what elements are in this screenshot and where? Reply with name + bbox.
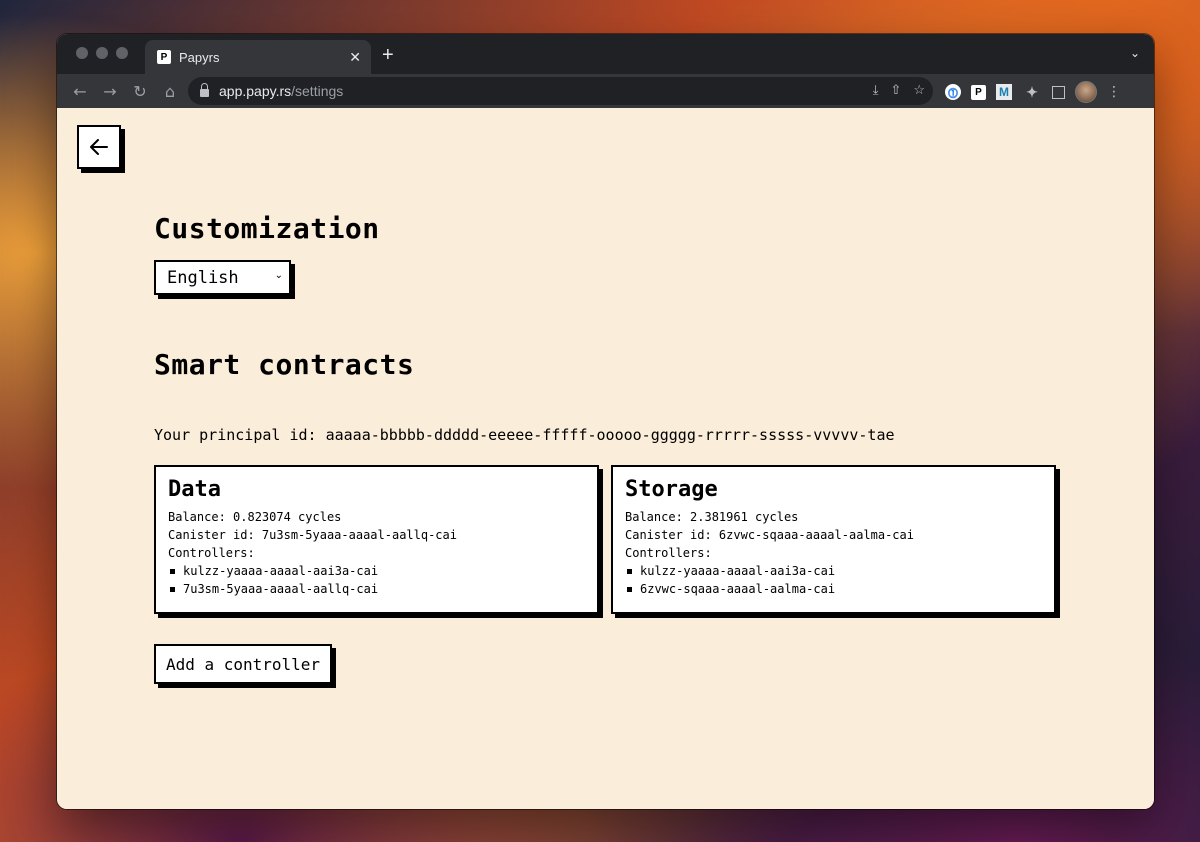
- controller-id: 6zvwc-sqaaa-aaaal-aalma-cai: [640, 582, 836, 596]
- papyrs-extension-icon[interactable]: P: [971, 84, 986, 100]
- address-bar[interactable]: app.papy.rs/settings ⤓ ⇧ ☆: [188, 77, 933, 105]
- storage-canister-card: Storage Balance: 2.381961 cycles Caniste…: [611, 465, 1056, 614]
- chevron-down-icon: ⌄: [274, 270, 283, 281]
- share-icon[interactable]: ⇧: [890, 82, 901, 98]
- url-host: app.papy.rs: [219, 83, 292, 99]
- add-controller-button[interactable]: Add a controller: [154, 644, 332, 684]
- forward-arrow-icon[interactable]: →: [95, 82, 125, 101]
- zoom-window-button[interactable]: [116, 47, 128, 59]
- home-icon[interactable]: ⌂: [155, 82, 185, 101]
- card-controllers-label: Controllers:: [625, 546, 712, 560]
- back-button[interactable]: [77, 125, 121, 169]
- close-tab-icon[interactable]: ✕: [349, 49, 361, 66]
- lock-icon[interactable]: [200, 82, 209, 97]
- card-canister-id: Canister id: 6zvwc-sqaaa-aaaal-aalma-cai: [625, 528, 914, 542]
- 1password-icon[interactable]: ⓵: [945, 84, 961, 100]
- tab-search-chevron-icon[interactable]: ⌄: [1130, 46, 1140, 60]
- principal-id-text: Your principal id: aaaaa-bbbbb-ddddd-eee…: [154, 426, 895, 444]
- card-title: Data: [168, 477, 221, 502]
- settings-page: Customization English ⌄ Smart contracts …: [57, 108, 1154, 809]
- new-tab-button[interactable]: +: [382, 43, 394, 67]
- card-balance: Balance: 2.381961 cycles: [625, 510, 799, 524]
- customization-heading: Customization: [154, 212, 380, 245]
- bullet-icon: [170, 586, 175, 592]
- browser-window: P Papyrs ✕ + ⌄ ← → ↻ ⌂ app.papy.rs/setti…: [57, 34, 1154, 809]
- tab-papyrs[interactable]: P Papyrs ✕: [145, 40, 371, 74]
- list-item: 6zvwc-sqaaa-aaaal-aalma-cai: [627, 580, 1042, 598]
- browser-toolbar: ← → ↻ ⌂ app.papy.rs/settings ⤓ ⇧ ☆ ⓵ P M…: [57, 74, 1154, 108]
- window-controls: [76, 47, 128, 59]
- url-path: /settings: [291, 83, 344, 99]
- data-canister-card: Data Balance: 0.823074 cycles Canister i…: [154, 465, 599, 614]
- puzzle-icon[interactable]: ✦: [1022, 82, 1042, 102]
- arrow-left-icon: [90, 139, 108, 155]
- more-menu-icon[interactable]: ⋮: [1107, 84, 1121, 100]
- controllers-list: kulzz-yaaaa-aaaal-aai3a-cai 6zvwc-sqaaa-…: [625, 562, 1042, 598]
- reload-icon[interactable]: ↻: [125, 82, 155, 101]
- card-canister-id: Canister id: 7u3sm-5yaaa-aaaal-aallq-cai: [168, 528, 457, 542]
- card-title: Storage: [625, 477, 718, 502]
- close-window-button[interactable]: [76, 47, 88, 59]
- m-extension-icon[interactable]: M: [996, 84, 1012, 100]
- install-icon[interactable]: ⤓: [873, 82, 879, 98]
- bullet-icon: [170, 568, 175, 574]
- sidepanel-icon[interactable]: [1052, 85, 1065, 99]
- papyrs-favicon-icon: P: [157, 50, 171, 64]
- tab-title: Papyrs: [179, 49, 220, 65]
- controller-id: 7u3sm-5yaaa-aaaal-aallq-cai: [183, 582, 379, 596]
- controller-id: kulzz-yaaaa-aaaal-aai3a-cai: [183, 564, 379, 578]
- avatar[interactable]: [1075, 81, 1097, 103]
- bookmark-star-icon[interactable]: ☆: [913, 82, 925, 98]
- list-item: kulzz-yaaaa-aaaal-aai3a-cai: [627, 562, 1042, 580]
- controller-id: kulzz-yaaaa-aaaal-aai3a-cai: [640, 564, 836, 578]
- smart-contracts-heading: Smart contracts: [154, 348, 415, 381]
- language-selected-value: English: [167, 267, 239, 288]
- bullet-icon: [627, 568, 632, 574]
- controllers-list: kulzz-yaaaa-aaaal-aai3a-cai 7u3sm-5yaaa-…: [168, 562, 585, 598]
- language-select[interactable]: English ⌄: [154, 260, 291, 295]
- bullet-icon: [627, 586, 632, 592]
- tab-strip: P Papyrs ✕ + ⌄: [57, 34, 1154, 74]
- list-item: 7u3sm-5yaaa-aaaal-aallq-cai: [170, 580, 585, 598]
- minimize-window-button[interactable]: [96, 47, 108, 59]
- list-item: kulzz-yaaaa-aaaal-aai3a-cai: [170, 562, 585, 580]
- back-arrow-icon[interactable]: ←: [65, 82, 95, 101]
- card-balance: Balance: 0.823074 cycles: [168, 510, 342, 524]
- card-controllers-label: Controllers:: [168, 546, 255, 560]
